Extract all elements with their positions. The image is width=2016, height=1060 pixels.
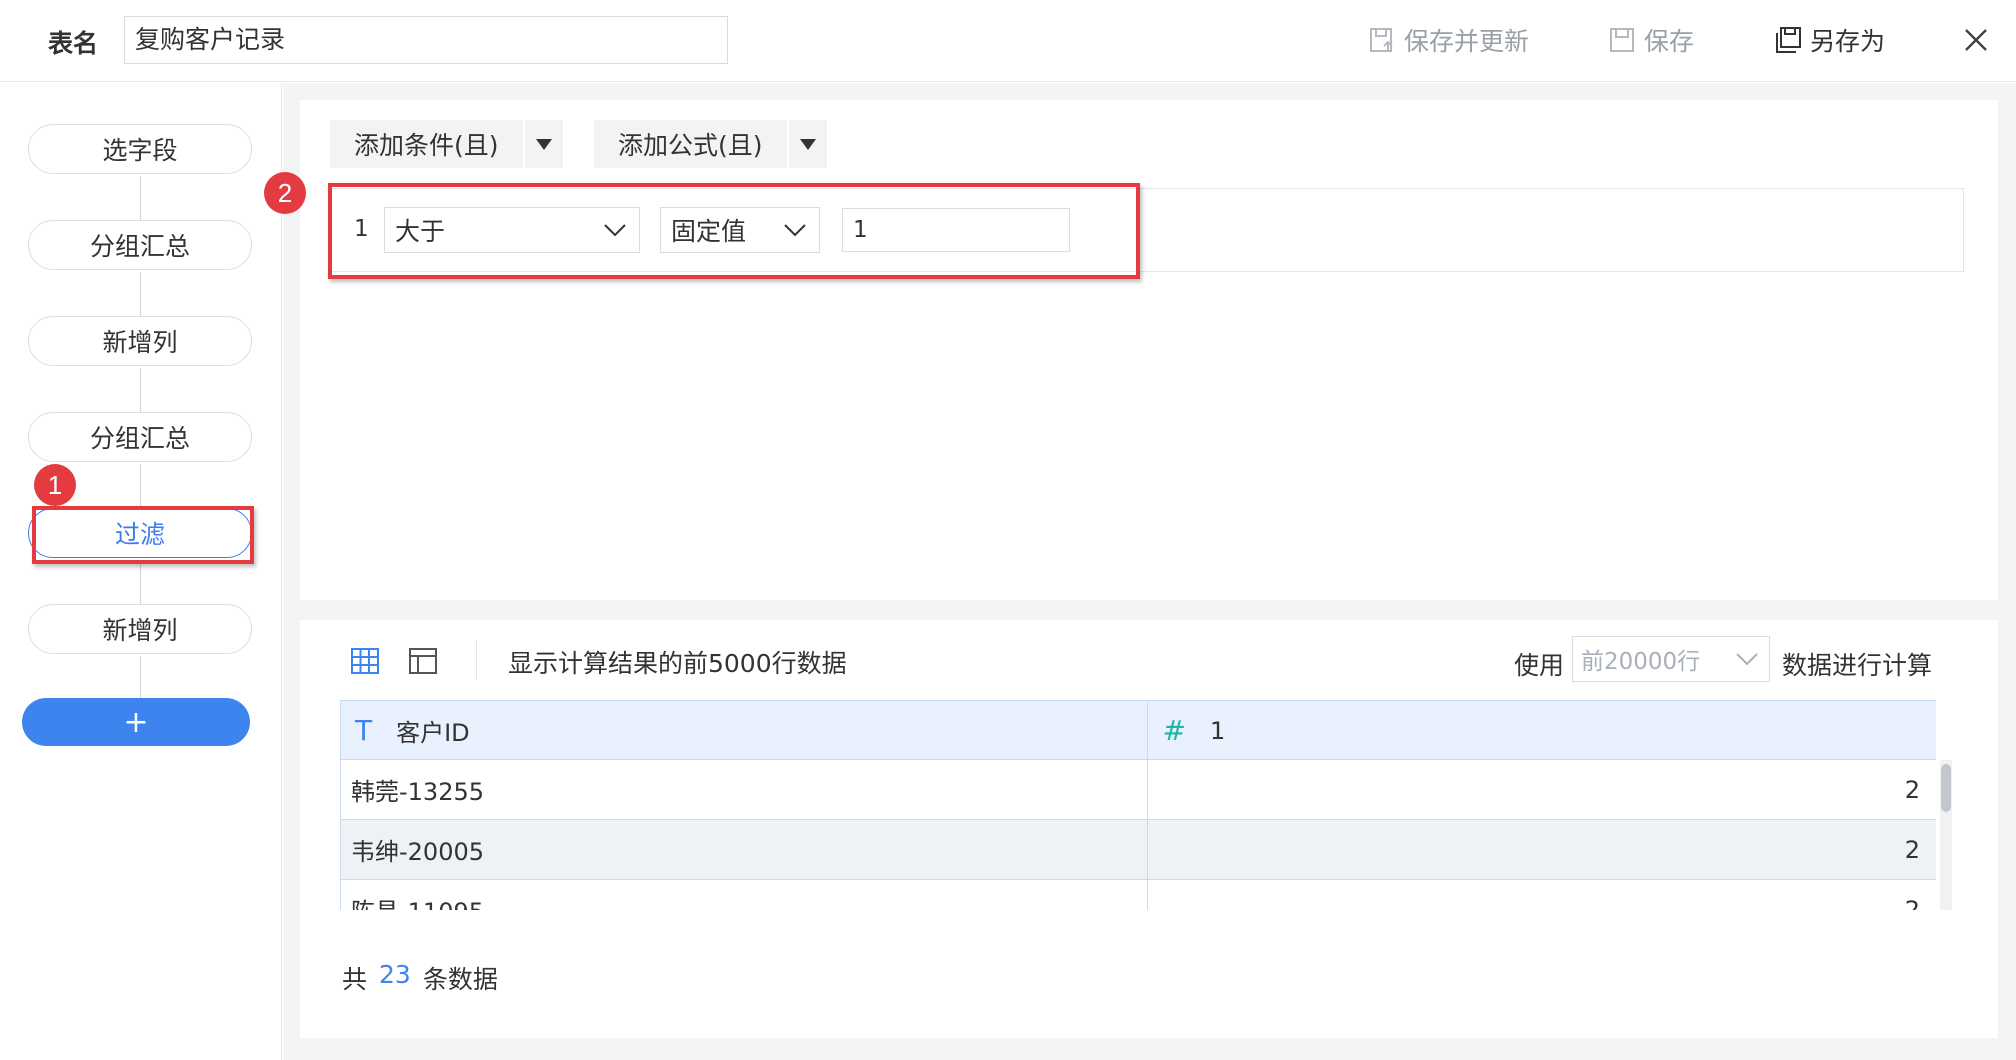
add-formula-dropdown[interactable] [786,120,827,168]
cell-customer-id: 陈昌-11095 [341,880,1149,910]
cell-count: 2 [1904,835,1920,864]
table-scroll-thumb[interactable] [1941,764,1951,812]
table-row: 韩莞-13255 2 [341,760,1936,820]
table-view-icon[interactable] [350,646,380,676]
step-new-column-2[interactable]: 新增列 [28,604,252,654]
result-info-text: 显示计算结果的前5000行数据 [508,649,847,678]
table-name-label: 表名 [48,29,99,58]
add-formula-label: 添加公式(且) [618,131,763,160]
caret-down-icon [535,138,552,150]
rows-limit-select[interactable]: 前20000行 [1572,636,1770,682]
column-header-count[interactable]: # 1 [1148,701,1936,760]
number-type-icon: # [1162,714,1186,747]
filter-panel [300,100,1998,600]
table-header-row: T 客户ID # 1 [341,700,1936,760]
rows-limit-value: 前20000行 [1581,649,1701,675]
cell-count: 2 [1904,775,1920,804]
save-and-update-button[interactable]: 保存并更新 [1368,22,1529,58]
add-condition-button[interactable]: 添加条件(且) [330,120,563,168]
add-formula-button[interactable]: 添加公式(且) [594,120,827,168]
save-update-icon [1370,28,1393,52]
step-connector [140,656,141,700]
header-bar: 表名 复购客户记录 保存并更新 保存 另存为 [0,0,2016,82]
calc-label: 数据进行计算 [1782,651,1933,680]
result-table: T 客户ID # 1 韩莞-13255 2 韦绅-20005 2 陈昌-1109… [340,700,1936,910]
annotation-badge-2: 2 [264,172,306,214]
add-condition-dropdown[interactable] [522,120,563,168]
close-icon[interactable] [1960,24,1992,56]
save-label: 保存 [1644,27,1695,56]
save-as-icon [1776,27,1801,53]
step-group-summary-2[interactable]: 分组汇总 [28,412,252,462]
step-select-fields[interactable]: 选字段 [28,124,252,174]
save-as-label: 另存为 [1810,27,1886,56]
column-name: 1 [1209,716,1226,745]
cell-customer-id: 韦绅-20005 [341,820,1149,879]
step-connector [140,176,141,220]
total-suffix: 条数据 [422,965,498,994]
add-condition-label: 添加条件(且) [354,131,499,160]
text-type-icon: T [355,714,373,747]
table-row: 韦绅-20005 2 [341,820,1936,880]
chevron-down-icon [1736,653,1758,666]
toolbar-divider [476,640,477,680]
total-number: 23 [379,960,411,989]
save-icon [1610,28,1634,52]
caret-down-icon [799,138,816,150]
cell-customer-id: 韩莞-13255 [341,760,1149,819]
save-and-update-label: 保存并更新 [1404,27,1530,56]
annotation-badge-1: 1 [34,464,76,506]
step-group-summary-1[interactable]: 分组汇总 [28,220,252,270]
save-button[interactable]: 保存 [1608,22,1694,58]
layout-view-icon[interactable] [408,646,438,676]
step-new-column-1[interactable]: 新增列 [28,316,252,366]
cell-count: 2 [1904,895,1920,911]
annotation-box-2 [328,183,1140,279]
annotation-box-1 [32,506,254,564]
step-connector [140,464,141,508]
step-connector [140,368,141,412]
use-label: 使用 [1514,651,1565,680]
column-name: 客户ID [396,719,470,747]
total-count: 共 23 条数据 [342,960,498,996]
table-name-input[interactable]: 复购客户记录 [124,16,728,64]
column-header-customer-id[interactable]: T 客户ID [341,701,1149,760]
step-connector [140,272,141,316]
add-step-button[interactable]: + [22,698,250,746]
total-prefix: 共 [342,965,368,994]
save-as-button[interactable]: 另存为 [1774,22,1885,58]
table-row: 陈昌-11095 2 [341,880,1936,910]
step-connector [140,560,141,604]
